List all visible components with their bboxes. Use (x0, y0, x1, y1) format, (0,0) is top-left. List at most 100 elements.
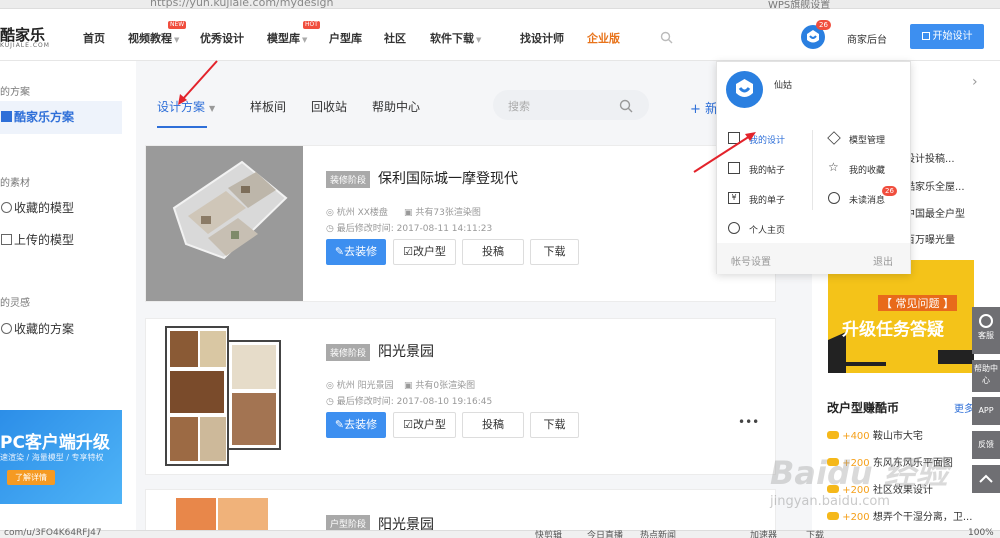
feedback-button[interactable]: 反馈 (972, 431, 1000, 459)
start-design-button[interactable]: 开始设计 (910, 24, 984, 49)
submit-button[interactable]: 投稿 (462, 412, 524, 438)
project-thumbnail[interactable] (146, 146, 303, 301)
modify-floorplan-button[interactable]: ☑改户型 (393, 412, 456, 438)
chevron-right-icon[interactable]: › (972, 74, 978, 90)
customer-service-label: 客服 (978, 331, 994, 340)
submit-button[interactable]: 投稿 (462, 239, 524, 265)
new-plan-button[interactable]: + 新 (690, 98, 718, 117)
tab-sample-room[interactable]: 样板间 (250, 98, 286, 115)
back-to-top-button[interactable] (972, 465, 1000, 493)
account-settings-link[interactable]: 帐号设置 (731, 253, 771, 268)
sidebar-item-label: 收藏的方案 (14, 322, 75, 336)
news-item[interactable]: 酷家乐全屋... (905, 178, 965, 193)
render-count-text: 共有73张渲染图 (415, 208, 481, 218)
tab-recycle-bin[interactable]: 回收站 (311, 98, 347, 115)
watermark-url: jingyan.baidu.com (770, 494, 890, 509)
status-news[interactable]: 热点新闻 (640, 528, 676, 538)
nav-find-designer[interactable]: 找设计师 (520, 30, 564, 46)
floorplan-image (176, 498, 268, 532)
status-zoom[interactable]: 100% (968, 528, 994, 538)
status-quick-edit[interactable]: 快剪辑 (535, 528, 562, 538)
search-icon[interactable] (619, 98, 633, 117)
nav-video-tutorial[interactable]: 视频教程 ▼ (128, 30, 179, 46)
browser-toolbar: https://yun.kujiale.com/mydesign WPS旗舰设置 (0, 0, 1000, 11)
app-button[interactable]: APP (972, 397, 1000, 425)
dropdown-footer: 帐号设置 退出 (717, 243, 910, 274)
dropdown-model-management[interactable]: 模型管理 (849, 133, 885, 146)
dropdown-my-favorites[interactable]: 我的收藏 (849, 163, 885, 176)
banner-subtitle: 速渲染 / 海量模型 / 专享特权 (0, 453, 104, 462)
modified-time: ◷ 最后修改时间: 2017-08-10 19:16:45 (326, 394, 492, 407)
more-link[interactable]: 更多 (954, 400, 974, 415)
banner-title: PC客户端升级 (0, 433, 110, 453)
pc-client-upgrade-banner[interactable]: PC客户端升级 速渲染 / 海量模型 / 专享特权 了解详情 (0, 410, 122, 504)
project-card: 户型阶段 阳光景园 (145, 489, 776, 533)
heart-icon (1, 202, 12, 213)
order-icon: ¥ (728, 192, 740, 204)
coin-amount: +400 (842, 431, 870, 442)
decorate-label: 去装修 (344, 245, 378, 258)
sidebar-item-favorite-models[interactable]: 收藏的模型 (0, 192, 122, 225)
earn-item[interactable]: +200 想弄个干湿分离，卫... (827, 508, 972, 523)
location-icon: ◎ (326, 381, 337, 391)
status-accelerator[interactable]: 加速器 (750, 528, 777, 538)
logout-link[interactable]: 退出 (873, 253, 893, 268)
project-title[interactable]: 保利国际城一摩登现代 (378, 168, 518, 188)
customer-service-button[interactable]: 客服 (972, 307, 1000, 354)
start-design-label: 开始设计 (932, 31, 973, 42)
project-location: ◎ 杭州 阳光景园 (326, 378, 394, 391)
sidebar-item-favorite-plans[interactable]: 收藏的方案 (0, 313, 122, 346)
search-input[interactable]: 搜索 (493, 90, 649, 120)
dropdown-username: 仙姑 (774, 81, 793, 91)
logo-subtext: KUJIALE.COM (0, 42, 50, 49)
help-center-button[interactable]: 帮助中心 (972, 360, 1000, 392)
nav-model-library[interactable]: 模型库 ▼ (267, 30, 307, 46)
status-download[interactable]: 下载 (806, 528, 824, 538)
modify-floorplan-button[interactable]: ☑改户型 (393, 239, 456, 265)
nav-enterprise[interactable]: 企业版 (587, 30, 620, 46)
render-count: ▣ 共有0张渲染图 (404, 378, 475, 391)
image-icon: ▣ (404, 208, 416, 218)
watermark: Baidu 经验 (770, 454, 948, 492)
download-button[interactable]: 下载 (530, 239, 579, 265)
decorate-button[interactable]: ✎去装修 (326, 412, 386, 438)
dropdown-avatar[interactable] (726, 71, 763, 108)
annotation-arrow-icon (178, 60, 218, 105)
faq-promo-banner[interactable]: 【 常见问题 】 升级任务答疑 (828, 260, 974, 373)
news-item[interactable]: 设计投稿... (905, 150, 955, 165)
search-icon[interactable] (660, 29, 673, 44)
floorplan-image (165, 326, 281, 466)
nav-floorplan-library[interactable]: 户型库 (329, 30, 362, 46)
stage-badge: 装修阶段 (326, 344, 371, 361)
sidebar-item-kujiale-plans[interactable]: 酷家乐方案 (0, 101, 122, 134)
status-live[interactable]: 今日直播 (587, 528, 623, 538)
more-options-icon[interactable]: ••• (738, 415, 759, 429)
nav-software-download[interactable]: 软件下载 ▼ (430, 30, 481, 46)
nav-home[interactable]: 首页 (83, 30, 105, 46)
new-badge: NEW (168, 21, 187, 29)
modified-time-text: 最后修改时间: 2017-08-10 19:16:45 (336, 397, 493, 407)
url-bar[interactable]: https://yun.kujiale.com/mydesign (150, 0, 333, 9)
logo[interactable]: 酷家乐 KUJIALE.COM (0, 9, 60, 61)
project-title[interactable]: 阳光景园 (378, 341, 434, 361)
dropdown-home-page[interactable]: 个人主页 (749, 223, 785, 236)
tab-help-center[interactable]: 帮助中心 (372, 98, 420, 115)
sidebar-item-uploaded-models[interactable]: 上传的模型 (0, 224, 122, 257)
earn-item[interactable]: +400 鞍山市大宅 (827, 427, 923, 442)
nav-excellent-design[interactable]: 优秀设计 (200, 30, 244, 46)
download-button[interactable]: 下载 (530, 412, 579, 438)
project-card: 装修阶段 阳光景园 ◎ 杭州 阳光景园 ▣ 共有0张渲染图 ◷ 最后修改时间: … (145, 318, 776, 475)
news-item[interactable]: 百万曝光量 (905, 231, 955, 246)
project-thumbnail[interactable] (146, 319, 303, 474)
banner-details-button[interactable]: 了解详情 (7, 470, 55, 485)
project-thumbnail[interactable] (146, 490, 303, 532)
merchant-backend-link[interactable]: 商家后台 (847, 31, 887, 46)
location-text: 杭州 XX楼盘 (336, 208, 388, 218)
dropdown-my-orders[interactable]: 我的单子 (749, 193, 785, 206)
dropdown-unread-messages[interactable]: 未读消息 (849, 193, 885, 206)
nav-community[interactable]: 社区 (384, 30, 406, 46)
decorate-button[interactable]: ✎去装修 (326, 239, 386, 265)
chevron-up-icon (979, 474, 993, 483)
news-item[interactable]: 中国最全户型 (905, 205, 965, 220)
promo-title: 升级任务答疑 (842, 320, 944, 340)
